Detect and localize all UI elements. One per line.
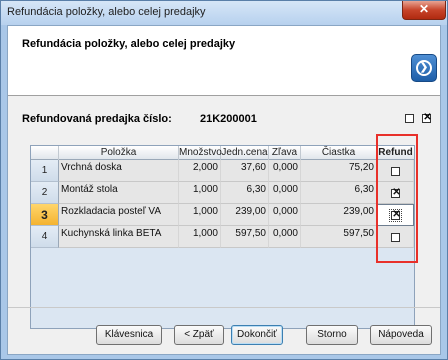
finish-button[interactable]: Dokončiť [231, 325, 283, 345]
cell-quantity[interactable]: 1,000 [179, 182, 221, 204]
row-number[interactable]: 1 [31, 160, 59, 182]
receipt-number-value: 21K200001 [200, 113, 257, 125]
cell-item[interactable]: Rozkladacia posteľ VA [59, 204, 179, 226]
cell-discount[interactable]: 0,000 [269, 204, 301, 226]
cell-item[interactable]: Montáž stola [59, 182, 179, 204]
row-number[interactable]: 2 [31, 182, 59, 204]
header-title: Refundácia položky, alebo celej predajky [22, 38, 236, 50]
items-grid: Položka Množstvo Jedn.cena Zľava Čiastka… [30, 145, 415, 329]
cell-discount[interactable]: 0,000 [269, 160, 301, 182]
button-bar: Klávesnica < Zpäť Dokončiť Storno Nápove… [8, 307, 440, 354]
cancel-button[interactable]: Storno [306, 325, 358, 345]
rownum-header [31, 146, 59, 160]
dialog-client-area: Refundácia položky, alebo celej predajky… [7, 25, 441, 355]
keyboard-button[interactable]: Klávesnica [96, 325, 162, 345]
cell-quantity[interactable]: 2,000 [179, 160, 221, 182]
uncheck-all-checkbox[interactable] [405, 114, 414, 123]
cell-discount[interactable]: 0,000 [269, 226, 301, 248]
cell-discount[interactable]: 0,000 [269, 182, 301, 204]
back-button[interactable]: < Zpäť [174, 325, 224, 345]
check-mark-icon: ✕ [423, 112, 432, 123]
receipt-number-label: Refundovaná predajka číslo: [22, 113, 172, 125]
table-row-active[interactable]: 3 Rozkladacia posteľ VA 1,000 239,00 0,0… [31, 204, 414, 226]
cell-item[interactable]: Kuchynská linka BETA [59, 226, 179, 248]
refund-column-highlight [376, 134, 418, 263]
row-number[interactable]: 4 [31, 226, 59, 248]
table-row[interactable]: 2 Montáž stola 1,000 6,30 0,000 6,30 ✕ [31, 182, 414, 204]
cell-unit-price[interactable]: 597,50 [221, 226, 269, 248]
column-header-discount[interactable]: Zľava [269, 146, 301, 160]
check-all-checkbox[interactable]: ✕ [422, 112, 432, 123]
help-button[interactable]: Nápoveda [370, 325, 432, 345]
help-arrow-icon[interactable]: ❯ [411, 54, 437, 82]
cell-amount[interactable]: 6,30 [301, 182, 377, 204]
cell-amount[interactable]: 239,00 [301, 204, 377, 226]
column-header-item[interactable]: Položka [59, 146, 179, 160]
cell-unit-price[interactable]: 37,60 [221, 160, 269, 182]
table-row[interactable]: 4 Kuchynská linka BETA 1,000 597,50 0,00… [31, 226, 414, 248]
column-header-amount[interactable]: Čiastka [301, 146, 377, 160]
refund-dialog-window: Refundácia položky, alebo celej predajky… [0, 0, 448, 360]
title-bar: Refundácia položky, alebo celej predajky… [1, 1, 447, 25]
cell-item[interactable]: Vrchná doska [59, 160, 179, 182]
close-button[interactable]: ✕ [402, 1, 446, 20]
wizard-header: Refundácia položky, alebo celej predajky… [8, 26, 440, 96]
column-header-quantity[interactable]: Množstvo [179, 146, 222, 160]
cell-unit-price[interactable]: 6,30 [221, 182, 269, 204]
cell-quantity[interactable]: 1,000 [179, 204, 221, 226]
cell-amount[interactable]: 75,20 [301, 160, 377, 182]
cell-amount[interactable]: 597,50 [301, 226, 377, 248]
row-number[interactable]: 3 [31, 204, 59, 226]
cell-unit-price[interactable]: 239,00 [221, 204, 269, 226]
table-row[interactable]: 1 Vrchná doska 2,000 37,60 0,000 75,20 [31, 160, 414, 182]
window-title: Refundácia položky, alebo celej predajky [7, 6, 206, 18]
grid-header: Položka Množstvo Jedn.cena Zľava Čiastka… [31, 146, 414, 160]
cell-quantity[interactable]: 1,000 [179, 226, 221, 248]
column-header-unit-price[interactable]: Jedn.cena [221, 146, 269, 160]
